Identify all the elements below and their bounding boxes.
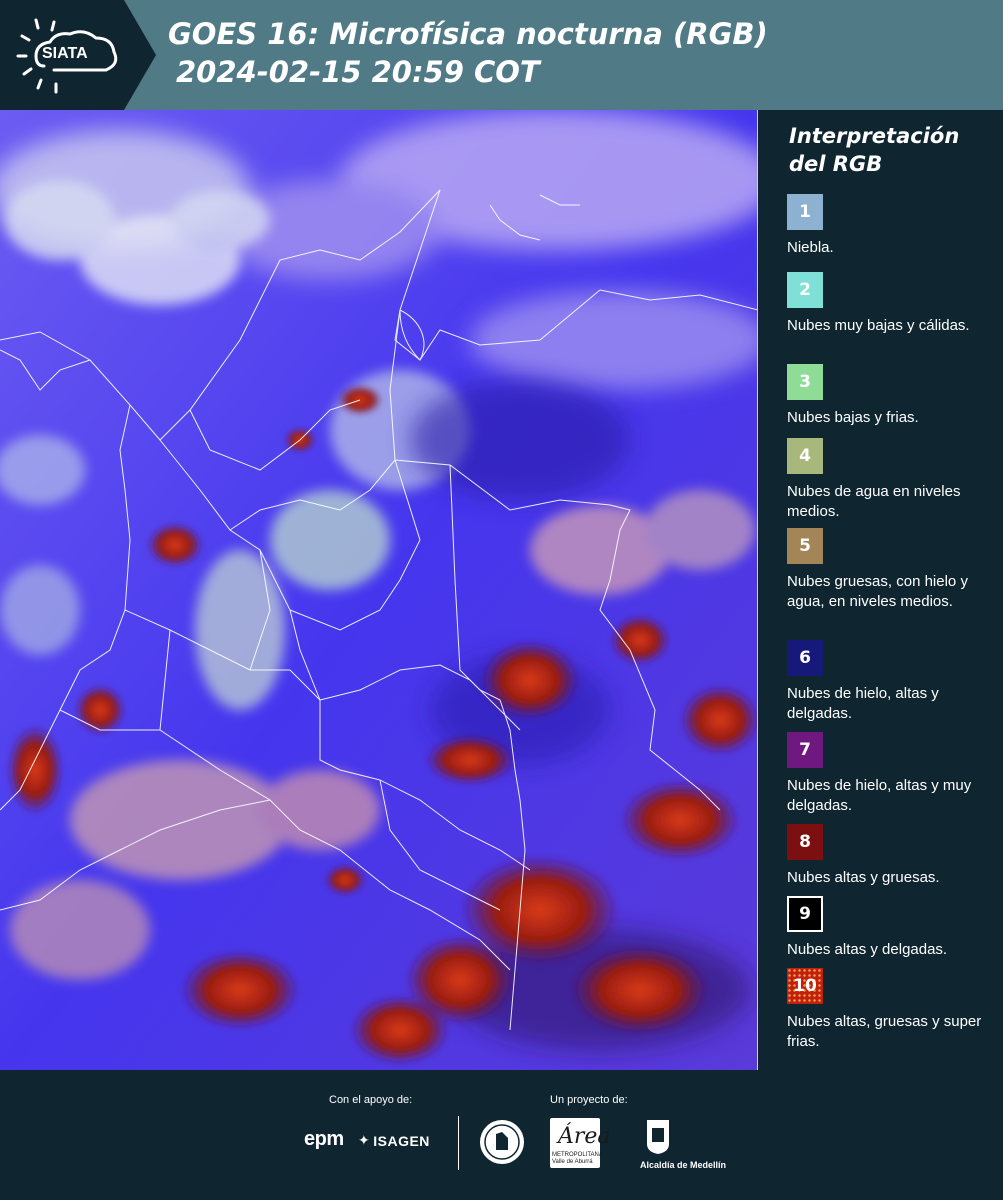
legend-item: 8 Nubes altas y gruesas. (787, 824, 997, 888)
isagen-text: ISAGEN (373, 1132, 430, 1149)
area-logo-subtitle: METROPOLITANA Valle de Aburrá (552, 1152, 603, 1165)
legend-swatch: 3 (787, 364, 823, 400)
footer-divider (458, 1116, 459, 1170)
legend-panel: Interpretación del RGB 1 Niebla. 2 Nubes… (759, 110, 1003, 1070)
page-title: GOES 16: Microfísica nocturna (RGB) (168, 17, 768, 51)
legend-item: 3 Nubes bajas y frias. (787, 364, 997, 428)
legend-label: Nubes de hielo, altas y delgadas. (787, 685, 939, 722)
logo-block: SIATA (0, 0, 156, 110)
satellite-image (0, 110, 758, 1070)
legend-swatch: 5 (787, 528, 823, 564)
epm-logo: epm (304, 1128, 344, 1150)
legend-swatch: 7 (787, 732, 823, 768)
legend-label: Nubes altas y delgadas. (787, 941, 948, 958)
legend-label: Niebla. (787, 239, 834, 256)
legend-item: 4 Nubes de agua en niveles medios. (787, 438, 997, 522)
seal-logo-icon (480, 1120, 524, 1164)
legend-label: Nubes de hielo, altas y muy delgadas. (787, 777, 972, 814)
satellite-map (0, 110, 757, 1070)
isagen-mark-icon: ✦ (358, 1132, 371, 1148)
legend-swatch: 9 (787, 896, 823, 932)
legend-swatch: 10 (787, 968, 823, 1004)
legend-label: Nubes bajas y frias. (787, 409, 919, 426)
legend-item: 2 Nubes muy bajas y cálidas. (787, 272, 997, 336)
legend-item: 7 Nubes de hielo, altas y muy delgadas. (787, 732, 997, 816)
legend-title: Interpretación del RGB (789, 124, 960, 176)
legend-swatch: 4 (787, 438, 823, 474)
isagen-logo: ✦ ISAGEN (358, 1132, 430, 1149)
legend-item: 1 Niebla. (787, 194, 997, 258)
legend-swatch: 1 (787, 194, 823, 230)
legend-item: 9 Nubes altas y delgadas. (787, 896, 997, 960)
legend-item: 5 Nubes gruesas, con hielo y agua, en ni… (787, 528, 997, 612)
page-datetime: 2024-02-15 20:59 COT (176, 55, 540, 89)
alcaldia-text: Alcaldía de Medellín (640, 1160, 727, 1170)
footer: Con el apoyo de: Un proyecto de: epm ✦ I… (0, 1070, 1003, 1200)
legend-label: Nubes altas, gruesas y super frias. (787, 1013, 982, 1050)
area-logo-title: Área (558, 1124, 611, 1149)
legend-label: Nubes altas y gruesas. (787, 869, 940, 886)
legend-label: Nubes gruesas, con hielo y agua, en nive… (787, 573, 968, 610)
legend-swatch: 8 (787, 824, 823, 860)
project-caption: Un proyecto de: (550, 1094, 628, 1106)
legend-item: 6 Nubes de hielo, altas y delgadas. (787, 640, 997, 724)
legend-label: Nubes muy bajas y cálidas. (787, 317, 970, 334)
legend-label: Nubes de agua en niveles medios. (787, 483, 961, 520)
legend-swatch: 2 (787, 272, 823, 308)
logo-text: SIATA (42, 45, 88, 62)
legend-swatch: 6 (787, 640, 823, 676)
area-metropolitana-logo: Área METROPOLITANA Valle de Aburrá (550, 1118, 611, 1168)
support-caption: Con el apoyo de: (329, 1094, 413, 1106)
alcaldia-shield-icon (647, 1120, 669, 1154)
header: SIATA GOES 16: Microfísica nocturna (RGB… (0, 0, 1003, 110)
legend-item: 10 Nubes altas, gruesas y super frias. (787, 968, 997, 1052)
